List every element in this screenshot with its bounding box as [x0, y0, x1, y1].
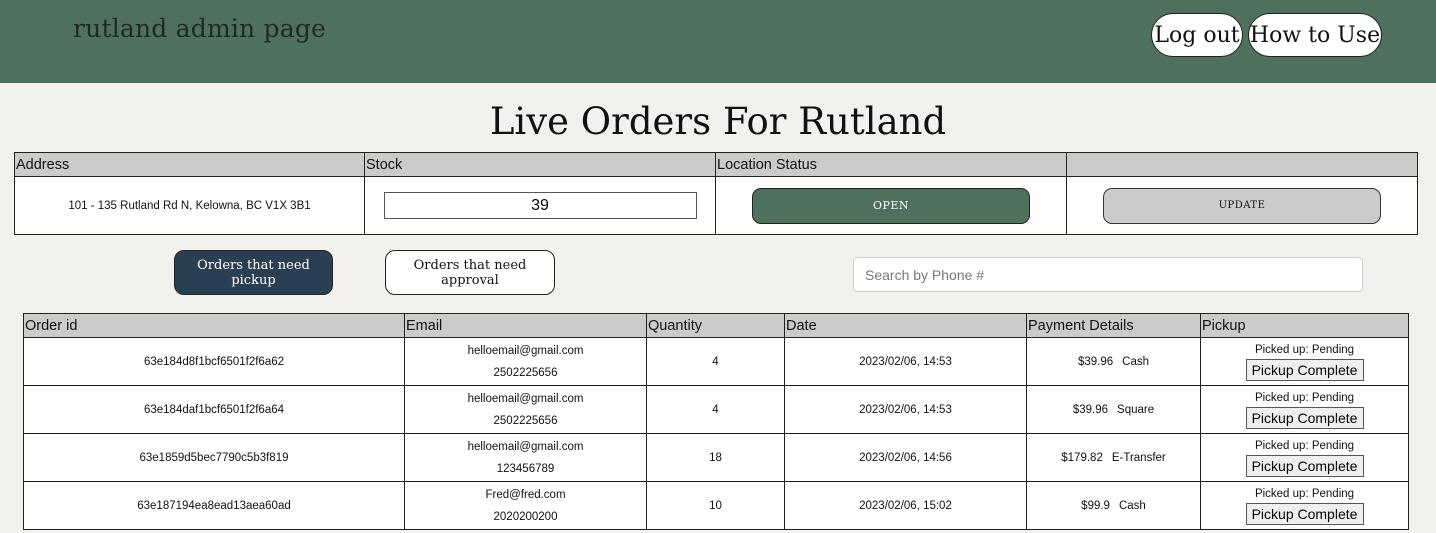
order-email: helloemail@gmail.com — [467, 440, 584, 453]
header-blank — [1066, 152, 1418, 177]
order-quantity: 18 — [646, 433, 785, 482]
payment-cell: $99.9 Cash — [1026, 481, 1201, 530]
email-cell: helloemail@gmail.com 123456789 — [404, 433, 647, 482]
update-cell: UPDATE — [1066, 176, 1418, 235]
order-phone: 2502225656 — [493, 366, 558, 379]
location-status-button[interactable]: OPEN — [752, 187, 1030, 224]
header-location-status: Location Status — [715, 152, 1067, 177]
page-title: Live Orders For Rutland — [489, 100, 947, 143]
payment-amount: $39.96 — [1072, 403, 1109, 416]
pickup-complete-button[interactable]: Pickup Complete — [1245, 407, 1364, 429]
how-to-use-button[interactable]: How to Use — [1248, 13, 1382, 57]
status-cell: OPEN — [715, 176, 1067, 235]
picked-up-status: Picked up: Pending — [1254, 344, 1355, 356]
picked-up-status: Picked up: Pending — [1254, 488, 1355, 500]
orders-table: Order id Email Quantity Date Payment Det… — [23, 313, 1409, 530]
order-quantity: 4 — [646, 337, 785, 386]
order-date: 2023/02/06, 15:02 — [784, 481, 1027, 530]
order-id: 63e184daf1bcf6501f2f6a64 — [23, 385, 405, 434]
payment-method: Cash — [1118, 499, 1146, 512]
search-phone-input[interactable] — [853, 257, 1363, 292]
order-email: helloemail@gmail.com — [467, 344, 584, 357]
order-email: helloemail@gmail.com — [467, 392, 584, 405]
pickup-complete-button[interactable]: Pickup Complete — [1245, 503, 1364, 525]
payment-amount: $99.9 — [1081, 499, 1110, 512]
order-phone: 2020200200 — [493, 510, 558, 523]
header-email: Email — [404, 313, 647, 338]
order-id: 63e187194ea8ead13aea60ad — [23, 481, 405, 530]
payment-method: Cash — [1122, 355, 1150, 368]
order-phone: 2502225656 — [493, 414, 558, 427]
top-header: rutland admin page Log out How to Use — [0, 0, 1436, 83]
payment-cell: $179.82 E-Transfer — [1026, 433, 1201, 482]
pickup-cell: Picked up: Pending Pickup Complete — [1200, 337, 1409, 386]
order-date: 2023/02/06, 14:53 — [784, 385, 1027, 434]
header-date: Date — [784, 313, 1027, 338]
email-cell: Fred@fred.com 2020200200 — [404, 481, 647, 530]
picked-up-status: Picked up: Pending — [1254, 392, 1355, 404]
pickup-cell: Picked up: Pending Pickup Complete — [1200, 433, 1409, 482]
location-table: Address Stock Location Status 101 - 135 … — [14, 152, 1418, 235]
order-date: 2023/02/06, 14:53 — [784, 337, 1027, 386]
table-row: 63e184d8f1bcf6501f2f6a62 helloemail@gmai… — [23, 337, 1409, 386]
table-row: 63e187194ea8ead13aea60ad Fred@fred.com 2… — [23, 481, 1409, 530]
payment-cell: $39.96 Cash — [1026, 337, 1201, 386]
header-quantity: Quantity — [646, 313, 785, 338]
pickup-cell: Picked up: Pending Pickup Complete — [1200, 481, 1409, 530]
header-payment-details: Payment Details — [1026, 313, 1201, 338]
tab-orders-need-pickup[interactable]: Orders that need pickup — [174, 250, 333, 295]
header-stock: Stock — [364, 152, 716, 177]
order-phone: 123456789 — [496, 462, 555, 475]
table-row: 63e1859d5bec7790c5b3f819 helloemail@gmai… — [23, 433, 1409, 482]
header-order-id: Order id — [23, 313, 405, 338]
order-id: 63e184d8f1bcf6501f2f6a62 — [23, 337, 405, 386]
payment-cell: $39.96 Square — [1026, 385, 1201, 434]
order-id: 63e1859d5bec7790c5b3f819 — [23, 433, 405, 482]
location-address: 101 - 135 Rutland Rd N, Kelowna, BC V1X … — [14, 176, 365, 235]
pickup-complete-button[interactable]: Pickup Complete — [1245, 455, 1364, 477]
header-address: Address — [14, 152, 365, 177]
payment-method: E-Transfer — [1111, 451, 1166, 464]
logout-button[interactable]: Log out — [1151, 13, 1243, 57]
site-brand: rutland admin page — [73, 14, 327, 43]
payment-amount: $39.96 — [1077, 355, 1114, 368]
email-cell: helloemail@gmail.com 2502225656 — [404, 337, 647, 386]
picked-up-status: Picked up: Pending — [1254, 440, 1355, 452]
stock-cell — [364, 176, 716, 235]
pickup-complete-button[interactable]: Pickup Complete — [1245, 359, 1364, 381]
order-date: 2023/02/06, 14:56 — [784, 433, 1027, 482]
order-quantity: 10 — [646, 481, 785, 530]
pickup-cell: Picked up: Pending Pickup Complete — [1200, 385, 1409, 434]
update-button[interactable]: UPDATE — [1103, 187, 1381, 224]
email-cell: helloemail@gmail.com 2502225656 — [404, 385, 647, 434]
payment-amount: $179.82 — [1061, 451, 1103, 464]
order-email: Fred@fred.com — [485, 488, 566, 501]
payment-method: Square — [1117, 403, 1155, 416]
stock-input[interactable] — [383, 192, 697, 219]
order-quantity: 4 — [646, 385, 785, 434]
tab-orders-need-approval[interactable]: Orders that need approval — [385, 250, 555, 295]
table-row: 63e184daf1bcf6501f2f6a64 helloemail@gmai… — [23, 385, 1409, 434]
header-pickup: Pickup — [1200, 313, 1409, 338]
